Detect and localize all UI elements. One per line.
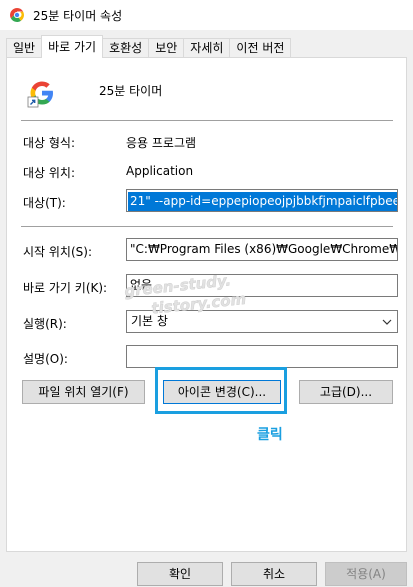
target-label: 대상(T): [23,196,66,210]
tab-general[interactable]: 일반 [6,38,43,58]
target-type-label: 대상 형식: [23,136,76,150]
start-in-label: 시작 위치(S): [23,245,92,259]
open-file-location-button[interactable]: 파일 위치 열기(F) [22,380,145,404]
target-location-label: 대상 위치: [23,166,76,180]
target-location-value: Application [126,164,194,178]
separator [21,120,393,121]
target-type-value: 응용 프로그램 [126,136,197,150]
target-value: 21" --app-id=eppepiopeojpjbbkfjmpaiclfpb… [128,192,397,211]
hotkey-field[interactable]: 없음 [126,274,398,297]
chevron-down-icon [382,319,392,325]
tab-security[interactable]: 보안 [148,38,185,58]
window-title: 25분 타이머 속성 [33,8,123,23]
hotkey-label: 바로 가기 키(K): [23,281,108,295]
separator [21,226,393,227]
shortcut-panel: 25분 타이머 대상 형식: 응용 프로그램 대상 위치: Applicatio… [6,57,407,552]
comment-field[interactable] [126,345,398,368]
comment-label: 설명(O): [23,352,68,366]
advanced-button[interactable]: 고급(D)... [299,380,393,404]
target-field[interactable]: 21" --app-id=eppepiopeojpjbbkfjmpaiclfpb… [126,189,398,212]
run-value: 기본 창 [131,314,168,328]
tab-previous-versions[interactable]: 이전 버전 [229,38,292,58]
title-bar: 25분 타이머 속성 [0,0,413,30]
start-in-field[interactable]: "C:₩Program Files (x86)₩Google₩Chrome₩Ap… [126,238,398,261]
run-label: 실행(R): [23,317,67,331]
ok-button[interactable]: 확인 [137,562,223,586]
shortcut-name: 25분 타이머 [99,84,163,98]
run-select[interactable]: 기본 창 [126,310,398,333]
cancel-button[interactable]: 취소 [231,562,317,586]
tab-details[interactable]: 자세히 [183,38,231,58]
tab-compatibility[interactable]: 호환성 [102,38,150,58]
tab-bar: 일반 바로 가기 호환성 보안 자세히 이전 버전 [6,35,292,58]
apply-button[interactable]: 적용(A) [325,562,407,586]
tab-shortcut[interactable]: 바로 가기 [41,35,104,58]
change-icon-button[interactable]: 아이콘 변경(C)... [163,380,281,404]
google-shortcut-icon [27,81,53,108]
click-annotation: 클릭 [257,427,283,443]
chrome-app-icon [10,8,24,22]
